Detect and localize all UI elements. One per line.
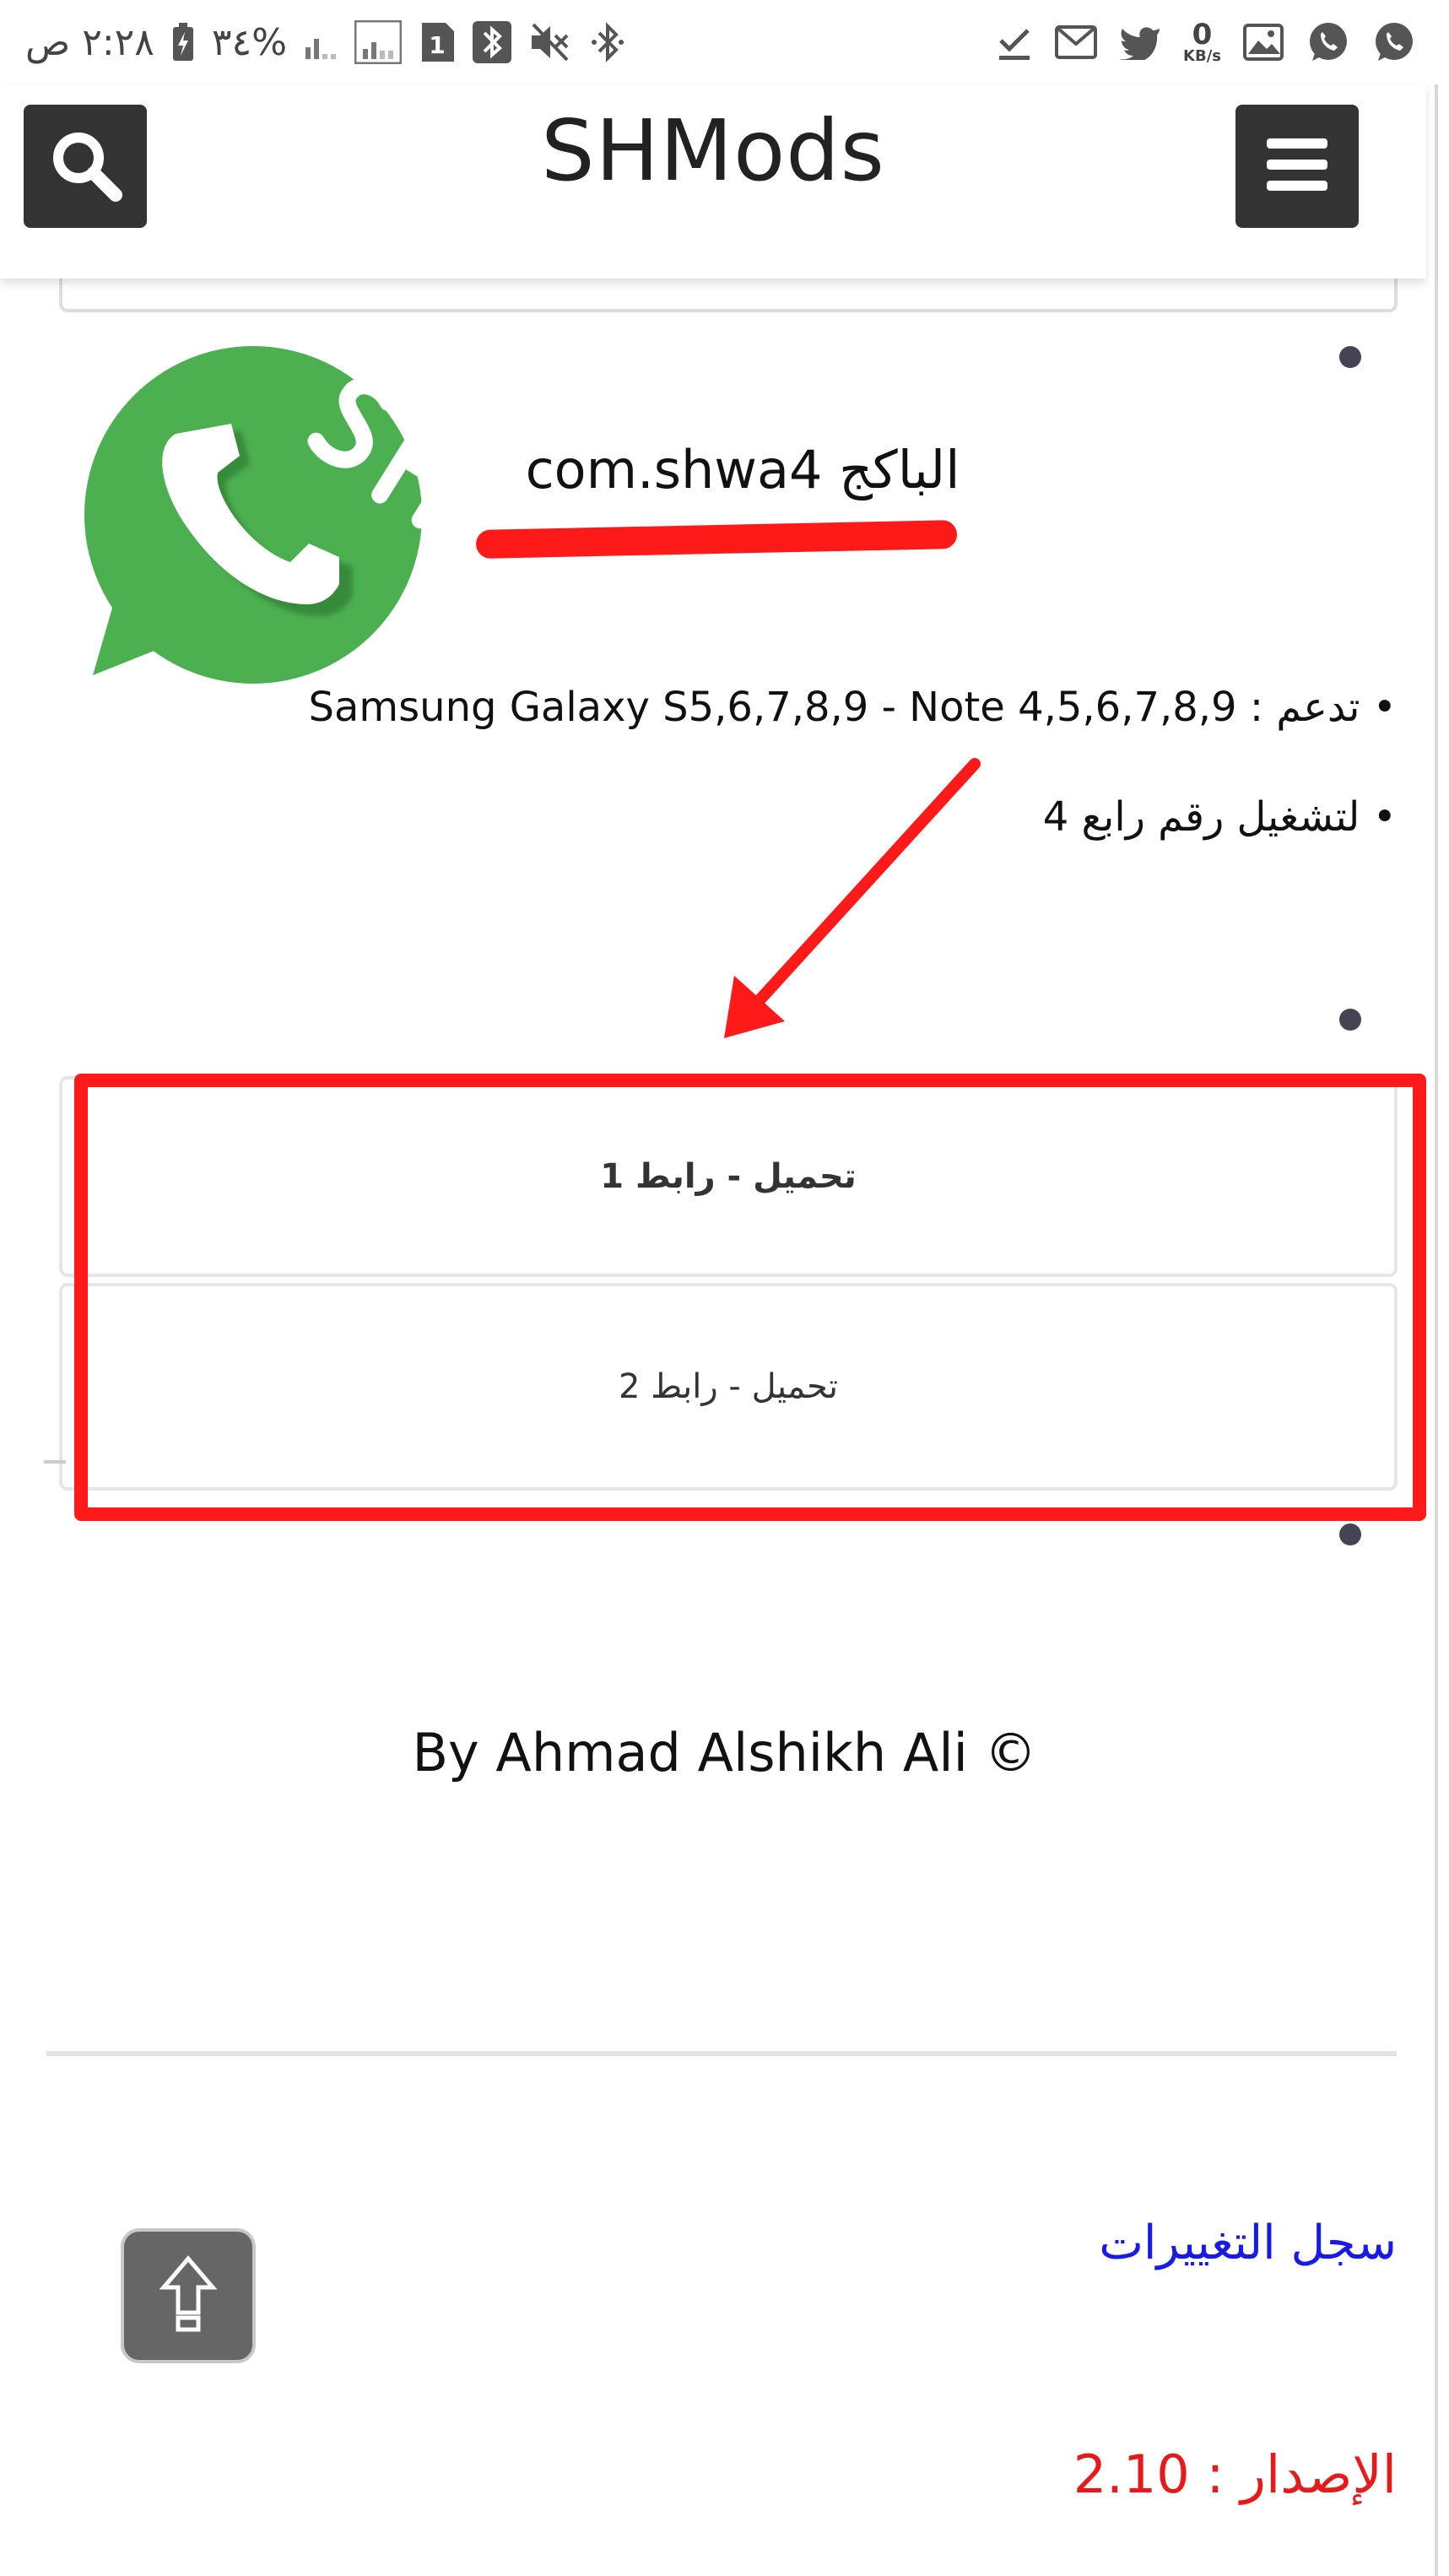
arrow-up-icon [159,2254,218,2338]
mute-icon [528,21,574,63]
menu-button[interactable] [1235,105,1359,228]
clock: ٢:٢٨ ص [25,20,154,64]
back-to-top-button[interactable] [121,2228,256,2363]
sim-1-label: 1 [429,31,445,59]
battery-icon [171,22,195,62]
bluetooth-connected-icon [473,21,511,63]
annotation-frame [74,1074,1426,1521]
signal-weak-icon [304,24,338,61]
status-right-group: 0 KB/s [996,15,1415,69]
list-bullet [1339,1009,1361,1031]
author-credit: By Ahmad Alshikh Ali © [412,1722,1037,1783]
run-instruction-line: • لتشغيل رقم رابع 4 [1042,793,1397,841]
bluetooth-icon [591,21,624,63]
battery-percent: ٣٤% [211,20,287,64]
list-bullet [1339,346,1361,368]
whatsapp-icon [1306,20,1349,64]
site-title[interactable]: SHMods [0,101,1426,200]
whatsapp-secondary-icon [1371,20,1415,64]
sim-1-icon: 1 [419,21,456,63]
download-done-icon [996,24,1033,61]
site-header: SHMods [0,84,1426,279]
list-bullet [1339,1523,1361,1545]
version-label: الإصدار : 2.10 [1073,2443,1397,2505]
footer-divider [46,2051,1397,2056]
edge-tick [44,1460,66,1464]
network-speed-unit: KB/s [1183,47,1221,65]
package-name: الباكج com.shwa4 [525,439,960,501]
app-logo [84,346,475,701]
hamburger-menu-icon [1265,137,1329,196]
network-speed: 0 KB/s [1183,20,1221,64]
twitter-icon [1119,24,1161,60]
image-icon [1243,24,1284,61]
annotation-underline [475,520,958,559]
mail-icon [1055,25,1098,59]
page-scroll-edge [1435,84,1438,2576]
network-speed-value: 0 [1192,18,1213,51]
supported-devices-line: • تدعم : Samsung Galaxy S5,6,7,8,9 - Not… [308,684,1398,731]
status-left-group: ٢:٢٨ ص ٣٤% 1 [25,15,624,69]
signal-icon [354,20,402,64]
changelog-link[interactable]: سجل التغييرات [1099,2216,1397,2270]
previous-card-edge [59,279,1398,312]
status-bar: ٢:٢٨ ص ٣٤% 1 0 KB/s [0,0,1449,84]
